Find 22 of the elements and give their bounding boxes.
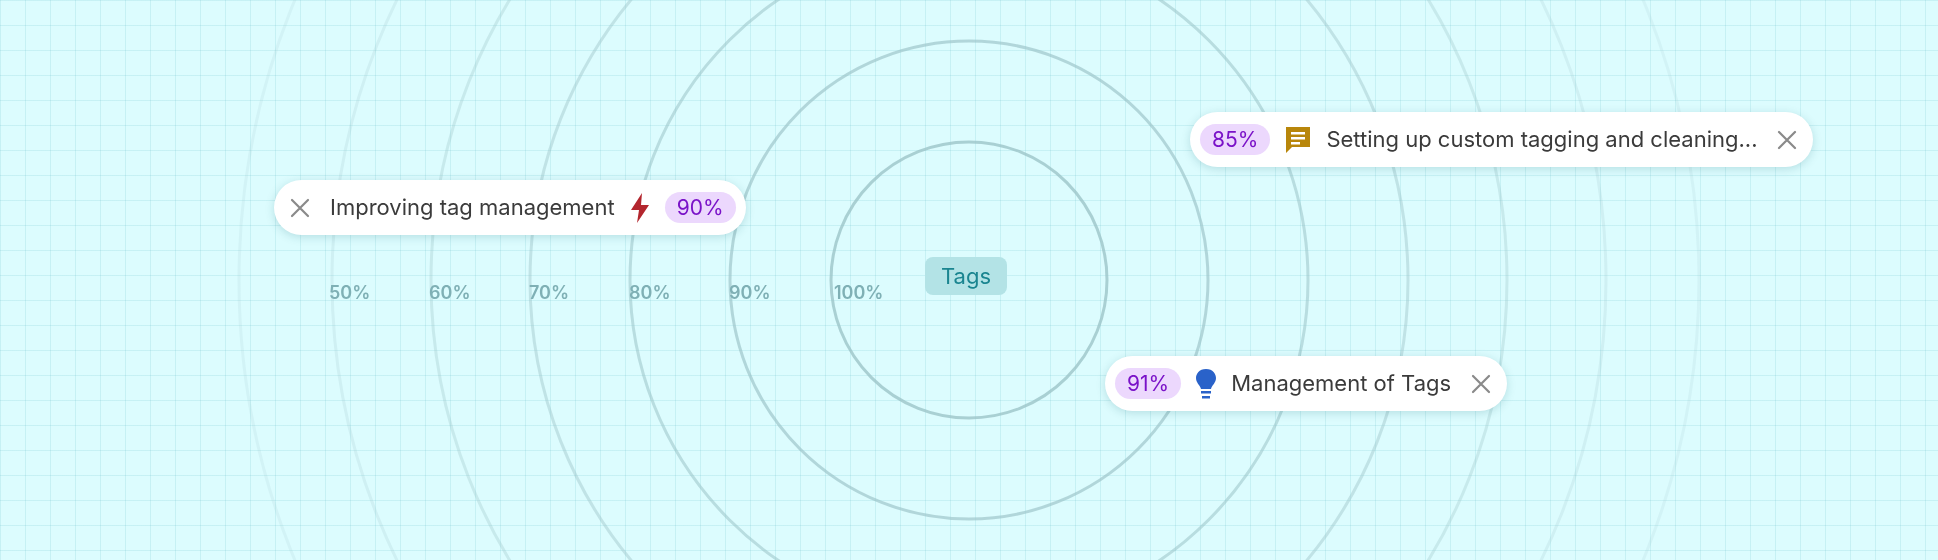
close-icon (289, 196, 311, 219)
score-badge: 85% (1200, 124, 1271, 155)
chip-label: Setting up custom tagging and cleaning... (1326, 125, 1758, 154)
close-icon (1776, 128, 1799, 151)
close-icon (1470, 372, 1493, 395)
scale-label: 100% (834, 284, 884, 302)
chip-label: Management of Tags (1231, 369, 1452, 398)
tag-chip[interactable]: 85% Setting up custom tagging and cleaning... (1190, 112, 1814, 167)
scale-label: 50% (329, 284, 371, 302)
lightning-icon (628, 192, 651, 223)
scale-label: 80% (629, 284, 671, 302)
tag-chip[interactable]: Improving tag management 90% (274, 180, 746, 235)
score-badge: 91% (1115, 368, 1182, 399)
score-badge: 90% (664, 192, 736, 223)
lightbulb-icon (1195, 367, 1218, 400)
scale-label: 70% (529, 284, 570, 302)
scale-label: 90% (729, 284, 771, 302)
message-icon (1284, 124, 1313, 155)
tag-chip[interactable]: 91% Management of Tags (1105, 356, 1508, 411)
scale-label: 60% (429, 284, 471, 302)
chip-label: Improving tag management (330, 193, 615, 222)
center-tag-label: Tags (925, 257, 1008, 295)
